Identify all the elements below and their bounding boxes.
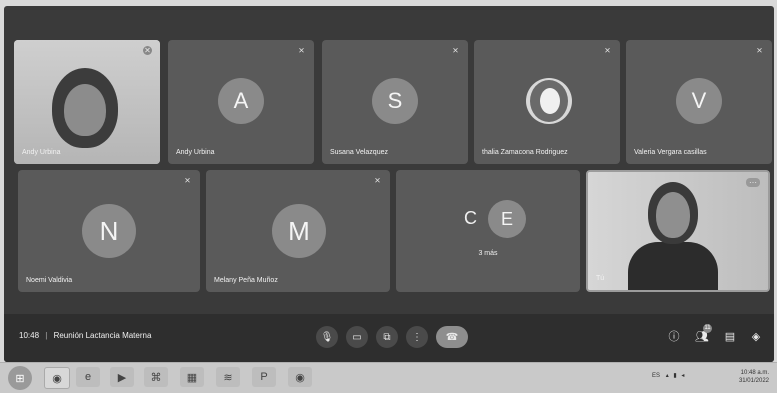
camera-icon: ▭ — [352, 331, 362, 343]
participant-name: Valeria Vergara casillas — [634, 149, 707, 156]
participant-video — [14, 40, 160, 164]
mic-off-icon: ⨯ — [604, 46, 611, 55]
mic-off-icon: ⨯ — [298, 46, 305, 55]
participant-tile-noemi[interactable]: ⨯ N Noemi Valdivia — [18, 170, 200, 292]
taskbar-spotify[interactable]: ≋ — [216, 367, 240, 387]
avatar: S — [372, 78, 418, 124]
taskbar-clock[interactable]: 10:48 a.m. 31/01/2022 — [739, 369, 769, 385]
meeting-controls-bar: 10:48 | Reunión Lactancia Materna 🎙︎ ▭ ⧉… — [4, 314, 774, 362]
participant-name: Melany Peña Muñoz — [214, 277, 278, 284]
present-button[interactable]: ⧉ — [376, 326, 398, 348]
participant-name: thalia Zamacona Rodriguez — [482, 149, 568, 156]
chat-icon: ▤ — [724, 330, 736, 343]
meet-window: ✕ Andy Urbina ⨯ A Andy Urbina ⨯ S Susana… — [4, 6, 774, 362]
more-options-button[interactable]: ⋮ — [406, 326, 428, 348]
participants-count-badge: 11 — [703, 324, 712, 333]
avatar-face — [540, 88, 560, 114]
mic-off-icon: ✕ — [143, 46, 152, 55]
avatar: M — [272, 204, 326, 258]
meeting-time: 10:48 — [19, 331, 40, 340]
participant-name: Andy Urbina — [176, 149, 215, 156]
pdf-icon: ⌘ — [150, 371, 162, 384]
system-tray: ES ▴ ▮ ◂ — [652, 372, 684, 379]
mic-icon: 🎙︎ — [320, 331, 334, 343]
internet-explorer-icon: e — [84, 371, 92, 383]
avatar: V — [676, 78, 722, 124]
present-icon: ⧉ — [383, 331, 391, 343]
self-body — [628, 242, 718, 290]
overflow-initial-c: C — [464, 208, 477, 228]
participant-name: Noemi Valdivia — [26, 277, 73, 284]
participant-tile-andy-video[interactable]: ✕ Andy Urbina — [14, 40, 160, 164]
volume-icon[interactable]: ◂ — [681, 373, 684, 379]
mic-off-icon: ⨯ — [184, 176, 191, 185]
taskbar-chrome-2[interactable]: ◉ — [288, 367, 312, 387]
mic-off-icon: ⨯ — [452, 46, 459, 55]
people-button[interactable]: 👥︎ 11 — [694, 324, 712, 344]
participant-name: Susana Velazquez — [330, 149, 388, 156]
info-icon: ⓘ — [668, 331, 680, 343]
windows-logo-icon: ⊞ — [15, 372, 25, 385]
participant-name: Andy Urbina — [22, 149, 61, 156]
end-call-icon: ☎ — [445, 331, 459, 343]
taskbar-media-player[interactable]: ▶ — [110, 367, 134, 387]
taskbar-explorer[interactable]: ▦ — [180, 367, 204, 387]
media-player-icon: ▶ — [117, 371, 127, 384]
mic-button[interactable]: 🎙︎ — [316, 326, 338, 348]
activities-button[interactable]: ◈ — [748, 328, 764, 344]
mic-off-icon: ⨯ — [374, 176, 381, 185]
separator: | — [45, 331, 48, 340]
mic-off-icon: ⋯ — [746, 178, 760, 187]
avatar: N — [82, 204, 136, 258]
chat-button[interactable]: ▤ — [722, 328, 738, 344]
taskbar-chrome[interactable]: ◉ — [44, 367, 70, 389]
chrome-icon: ◉ — [52, 372, 62, 385]
start-button[interactable]: ⊞ — [8, 366, 32, 390]
avatar-photo — [526, 78, 572, 124]
more-participants-label: 3 más — [478, 250, 498, 257]
participant-tile-andy[interactable]: ⨯ A Andy Urbina — [168, 40, 314, 164]
activities-icon: ◈ — [751, 330, 761, 343]
meeting-info: 10:48 | Reunión Lactancia Materna — [19, 331, 151, 340]
participant-face — [64, 84, 106, 136]
clock-time: 10:48 a.m. — [740, 370, 769, 376]
participant-name: Tú — [596, 275, 605, 282]
taskbar-pdf[interactable]: ⌘ — [144, 367, 168, 387]
spotify-icon: ≋ — [223, 371, 233, 384]
self-video — [588, 172, 768, 290]
tray-arrow-icon[interactable]: ▴ — [666, 373, 669, 379]
participant-tile-valeria[interactable]: ⨯ V Valeria Vergara casillas — [626, 40, 772, 164]
participant-tile-melany[interactable]: ⨯ M Melany Peña Muñoz — [206, 170, 390, 292]
powerpoint-icon: P — [260, 371, 268, 383]
language-indicator[interactable]: ES — [652, 373, 660, 379]
more-vert-icon: ⋮ — [412, 331, 422, 343]
windows-taskbar: ⊞ ◉ e ▶ ⌘ ▦ ≋ P ◉ ES ▴ ▮ ◂ 10:48 a.m. 31… — [0, 362, 777, 393]
info-button[interactable]: ⓘ — [666, 328, 682, 344]
avatar: E — [488, 200, 526, 238]
participant-tile-self[interactable]: ⋯ Tú — [586, 170, 770, 292]
taskbar-ie[interactable]: e — [76, 367, 100, 387]
self-face — [656, 192, 690, 238]
chrome-icon: ◉ — [295, 371, 305, 384]
end-call-button[interactable]: ☎ — [436, 326, 468, 348]
participant-tile-more[interactable]: C E 3 más — [396, 170, 580, 292]
mic-off-icon: ⨯ — [756, 46, 763, 55]
meeting-title: Reunión Lactancia Materna — [53, 331, 152, 340]
clock-date: 31/01/2022 — [738, 378, 769, 384]
network-icon[interactable]: ▮ — [673, 373, 676, 379]
participant-tile-thalia[interactable]: ⨯ thalia Zamacona Rodriguez — [474, 40, 620, 164]
taskbar-powerpoint[interactable]: P — [252, 367, 276, 387]
participant-tile-susana[interactable]: ⨯ S Susana Velazquez — [322, 40, 468, 164]
avatar: A — [218, 78, 264, 124]
camera-button[interactable]: ▭ — [346, 326, 368, 348]
folder-icon: ▦ — [186, 371, 198, 384]
